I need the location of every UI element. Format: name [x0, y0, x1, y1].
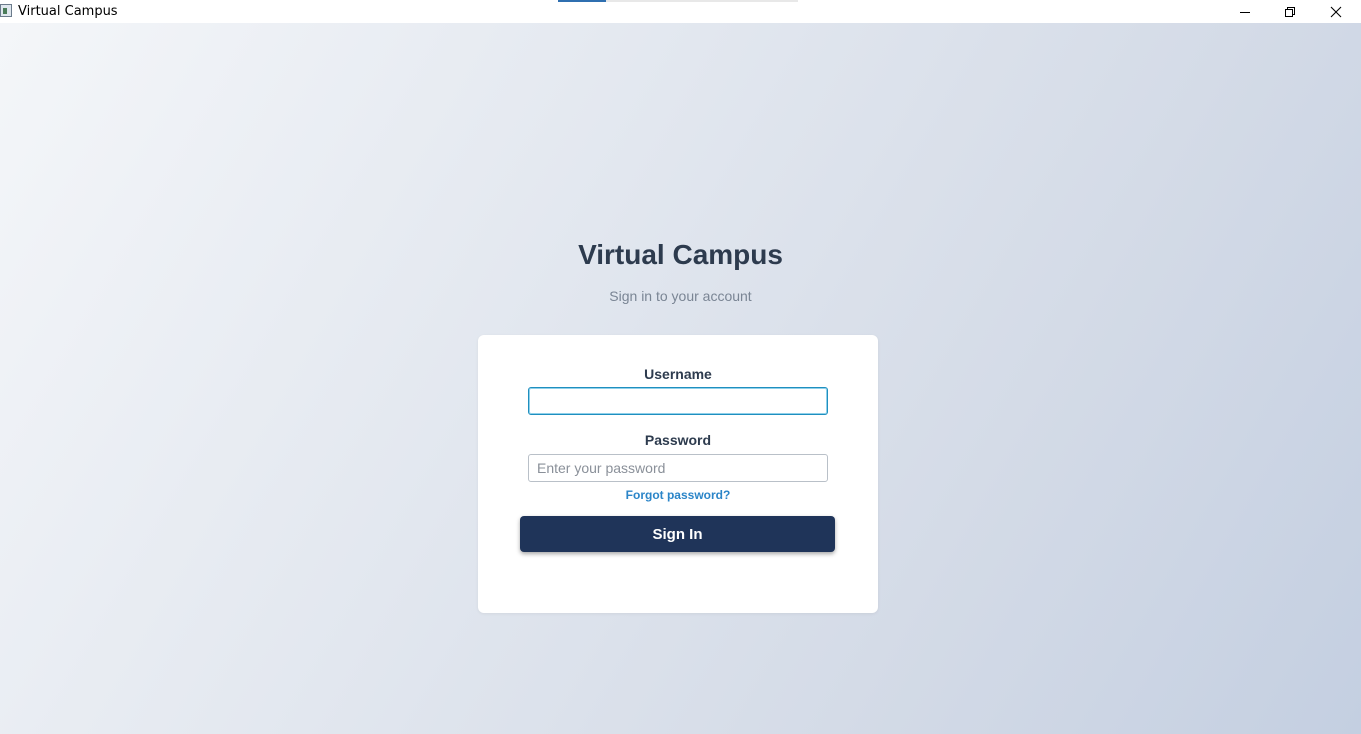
page-subtitle: Sign in to your account [609, 288, 752, 304]
window-title: Virtual Campus [18, 4, 118, 19]
maximize-button[interactable] [1267, 0, 1313, 23]
tab-indicator [558, 0, 798, 2]
page-title: Virtual Campus [578, 239, 783, 270]
app-icon [0, 4, 12, 17]
login-card: Username Password Forgot password? Sign … [478, 335, 878, 613]
close-button[interactable] [1313, 0, 1359, 23]
forgot-password-link[interactable]: Forgot password? [478, 488, 878, 502]
minimize-button[interactable] [1222, 0, 1268, 23]
close-icon [1330, 6, 1342, 17]
login-page: Virtual Campus Sign in to your account U… [0, 23, 1361, 734]
maximize-icon [1285, 6, 1295, 17]
sign-in-button[interactable]: Sign In [520, 516, 835, 552]
title-bar: Virtual Campus [0, 0, 1361, 23]
minimize-icon [1240, 11, 1250, 13]
password-input[interactable] [528, 454, 828, 482]
username-label: Username [644, 366, 712, 382]
tab-indicator-active [558, 0, 606, 2]
password-label: Password [644, 432, 712, 448]
username-input[interactable] [528, 387, 828, 415]
